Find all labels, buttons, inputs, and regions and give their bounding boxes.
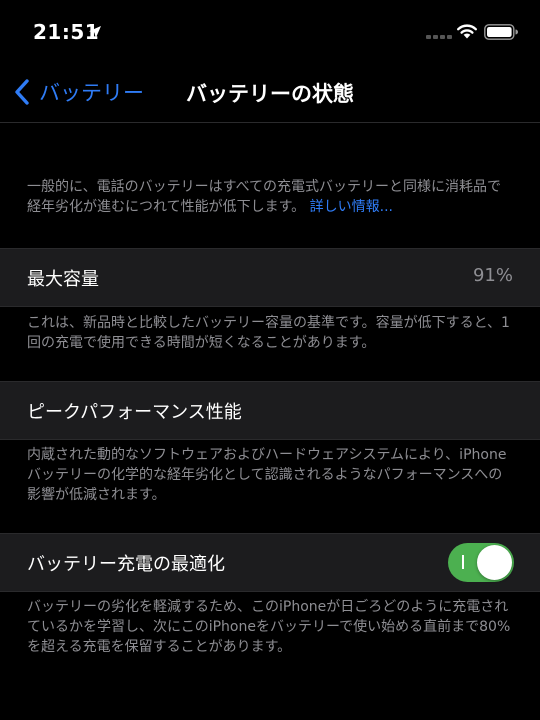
max-capacity-value: 91% bbox=[472, 265, 513, 286]
optimized-charging-row: バッテリー充電の最適化 bbox=[0, 533, 540, 592]
page-title: バッテリーの状態 bbox=[186, 82, 354, 106]
optimized-charging-description: バッテリーの劣化を軽減するため、このiPhoneが日ごろどのように充電されている… bbox=[27, 599, 511, 655]
optimized-charging-toggle[interactable] bbox=[448, 543, 514, 582]
peak-performance-description: 内蔵された動的なソフトウェアおよびハードウェアシステムにより、iPhoneバッテ… bbox=[27, 447, 507, 503]
navigation-bar: バッテリー バッテリーの状態 bbox=[0, 62, 540, 123]
peak-performance-label: ピークパフォーマンス性能 bbox=[27, 402, 242, 423]
max-capacity-label: 最大容量 bbox=[27, 269, 99, 290]
status-bar: 21:51 bbox=[0, 0, 540, 62]
toggle-knob bbox=[477, 545, 512, 580]
cellular-signal-icon bbox=[426, 35, 452, 39]
wifi-icon bbox=[457, 24, 477, 39]
battery-icon bbox=[484, 24, 518, 40]
optimized-charging-label: バッテリー充電の最適化 bbox=[27, 554, 225, 575]
peak-performance-row: ピークパフォーマンス性能 bbox=[0, 381, 540, 440]
intro-description: 一般的に、電話のバッテリーはすべての充電式バッテリーと同様に消耗品で経年劣化が進… bbox=[27, 177, 515, 217]
max-capacity-row: 最大容量 91% bbox=[0, 248, 540, 307]
intro-text: 一般的に、電話のバッテリーはすべての充電式バッテリーと同様に消耗品で経年劣化が進… bbox=[27, 179, 502, 215]
settings-content: 一般的に、電話のバッテリーはすべての充電式バッテリーと同様に消耗品で経年劣化が進… bbox=[0, 123, 540, 720]
max-capacity-description: これは、新品時と比較したバッテリー容量の基準です。容量が低下すると、1回の充電で… bbox=[27, 315, 510, 351]
location-arrow-icon bbox=[89, 26, 101, 38]
learn-more-link[interactable]: 詳しい情報... bbox=[310, 199, 393, 215]
toggle-on-indicator bbox=[462, 555, 464, 569]
